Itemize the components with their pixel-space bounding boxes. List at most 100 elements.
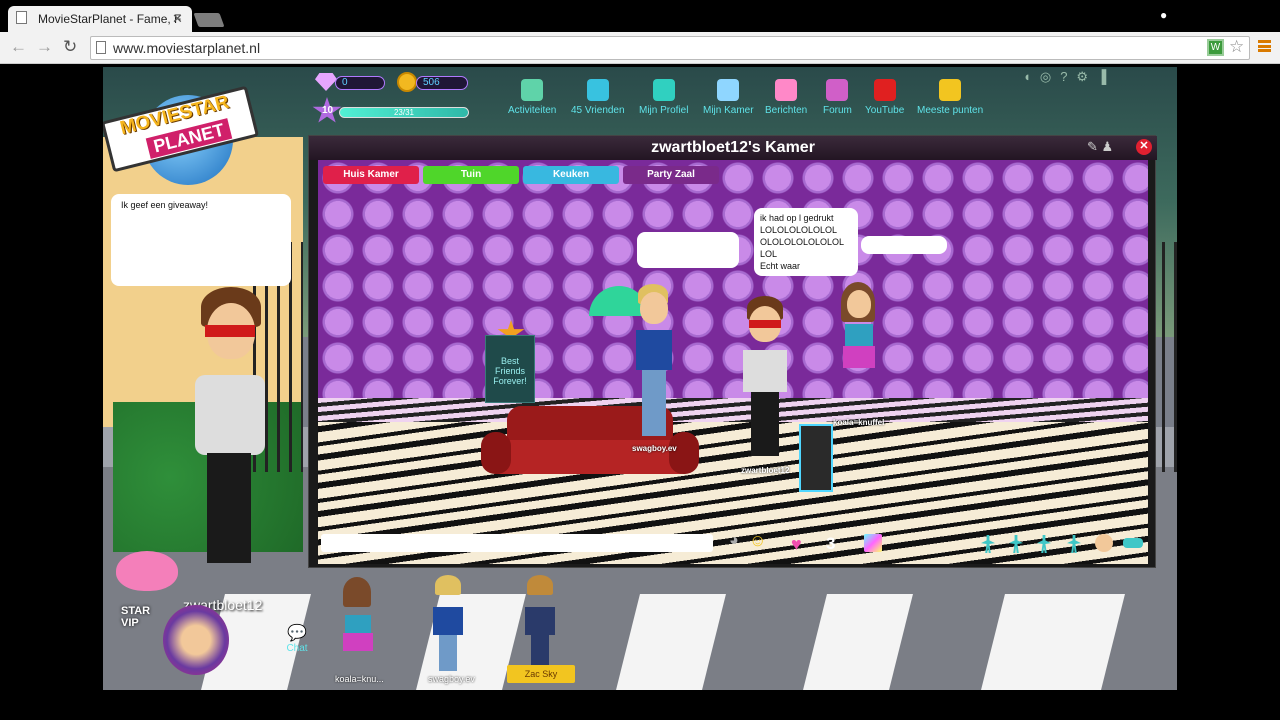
url-text: www.moviestarplanet.nl [113,40,261,56]
activities-icon [521,79,544,101]
tab-huis-kamer[interactable]: Huis Kamer [323,166,419,184]
friend-avatar[interactable] [433,571,463,671]
page-icon [16,11,27,24]
bff-sign-item[interactable]: Best Friends Forever! [485,335,535,403]
profile-icon [652,79,675,101]
level-number: 10 [322,105,334,116]
room-wallpaper [318,160,1148,400]
settings-icons[interactable]: ◖◎?⚙▐ [1023,69,1133,87]
bubble-text: Ik geef een giveaway! [121,200,209,210]
avatar-pants [439,635,457,671]
friend-name: swagboy.ev [428,674,475,684]
vip-badge[interactable]: STAR VIP [121,605,236,675]
nav-label: Berichten [765,105,808,116]
speech-bubble: Ik geef een giveaway! [111,194,291,286]
diamond-count[interactable]: 0 [335,76,385,90]
tab-tuin[interactable]: Tuin [423,166,519,184]
avatar-pants [642,370,666,436]
nav-mijn-profiel[interactable]: Mijn Profiel [639,79,688,116]
nav-mijn-kamer[interactable]: Mijn Kamer [703,79,754,116]
avatar-skirt [343,633,373,651]
fame-progress-bar: 23/31 [339,107,469,118]
menu-icon[interactable] [1258,40,1271,52]
add-friend-icon[interactable] [1095,534,1113,552]
friends-icon [586,79,609,101]
heart-count: 3 [826,534,836,553]
nav-meeste-punten[interactable]: Meeste punten [917,79,983,116]
youtube-icon [873,79,896,101]
address-bar[interactable]: www.moviestarplanet.nl [90,36,1250,60]
forward-icon[interactable]: → [36,37,53,57]
chat-label: Chat [286,643,308,654]
nav-label: Forum [823,105,852,116]
avatar-mask [749,320,781,328]
friend-name-celebrity: Zac Sky [507,665,575,683]
speech-bubble [637,232,739,268]
avatar-shirt [845,324,873,346]
coin-count[interactable]: 506 [416,76,468,90]
room-window[interactable]: zwartbloet12's Kamer ✎ ♟ ✕ Huis Kamer Tu… [308,135,1157,568]
crosswalk-stripe [981,594,1125,690]
friend-name: koala=knu... [335,674,384,684]
avatar-name: koala=knuffel [833,418,885,427]
player-avatar[interactable] [195,287,265,587]
avatar-shirt [345,615,371,635]
room-tools-icons[interactable]: ✎ ♟ [1087,139,1113,155]
avatar-koala[interactable]: koala=knuffel [833,282,884,442]
floor-rug [318,398,1148,422]
avatar-name: zwartbloet12 [741,466,790,475]
tab-party-zaal[interactable]: Party Zaal [623,166,719,184]
smiley-icon[interactable]: ☺ [749,531,766,551]
nav-label: YouTube [865,105,905,116]
avatar-hair [343,577,371,607]
reload-icon[interactable]: ↻ [63,37,77,57]
avatar-shirt [636,330,672,370]
game-area[interactable]: MOVIESTAR PLANET 0 506 10 23/31 Activite… [103,67,1177,690]
nav-berichten[interactable]: Berichten [765,79,807,116]
nav-youtube[interactable]: YouTube [865,79,904,116]
tab-title: MovieStarPlanet - Fame, F [38,12,182,26]
room-title: zwartbloet12's Kamer [309,136,1157,160]
nav-activiteiten[interactable]: Activiteiten [508,79,556,116]
close-tab-icon[interactable]: ✕ [172,11,183,27]
chat-button[interactable]: 💬 Chat [283,623,311,663]
vip-label: STAR VIP [121,605,151,629]
avatar-zwartbloet12[interactable]: zwartbloet12 [741,296,791,476]
nav-label: Mijn Profiel [639,105,689,116]
speech-bubble [861,236,947,254]
nav-label: Meeste punten [917,105,984,116]
back-icon[interactable]: ← [10,37,27,57]
nav-forum[interactable]: Forum [823,79,852,116]
friend-avatar[interactable] [343,571,373,671]
bubble-text: ik had op l gedrukt LOLOLOLOLOLOL OLOLOL… [760,213,845,271]
profile-avatar [163,605,229,675]
new-tab-button[interactable] [193,13,225,27]
avatar-swagboy[interactable]: swagboy.ev [632,284,677,454]
nav-label: Activiteiten [508,105,557,116]
coin-icon [397,72,417,92]
room-book-icon[interactable] [864,534,882,552]
tab-keuken[interactable]: Keuken [523,166,619,184]
color-wheel-icon[interactable]: ◕ [729,532,739,550]
avatar-mask [205,325,255,337]
extension-icon[interactable]: W [1207,39,1224,56]
trophy-icon [939,79,962,101]
chat-input[interactable] [321,534,713,552]
nav-label: Mijn Kamer [703,105,754,116]
nav-vrienden[interactable]: 45 Vrienden [571,79,625,116]
browser-tab[interactable]: MovieStarPlanet - Fame, F [8,6,192,32]
nav-label: 45 Vrienden [571,105,625,116]
avatar-pants [751,392,779,456]
heart-icon[interactable]: ♥ [791,534,802,555]
friend-avatar[interactable] [525,571,555,671]
speaker-item[interactable] [799,424,833,492]
gamepad-icon[interactable] [1123,538,1143,548]
piggy-bank-icon[interactable] [116,551,178,591]
bookmark-star-icon[interactable]: ☆ [1229,37,1244,57]
user-icon[interactable]: ● [1160,8,1167,22]
avatar-shirt [743,350,787,392]
avatar-shirt [433,607,463,635]
close-icon[interactable]: ✕ [1136,139,1152,155]
moviestarplanet-logo[interactable]: MOVIESTAR PLANET [103,75,260,185]
avatar-hair [527,575,553,595]
